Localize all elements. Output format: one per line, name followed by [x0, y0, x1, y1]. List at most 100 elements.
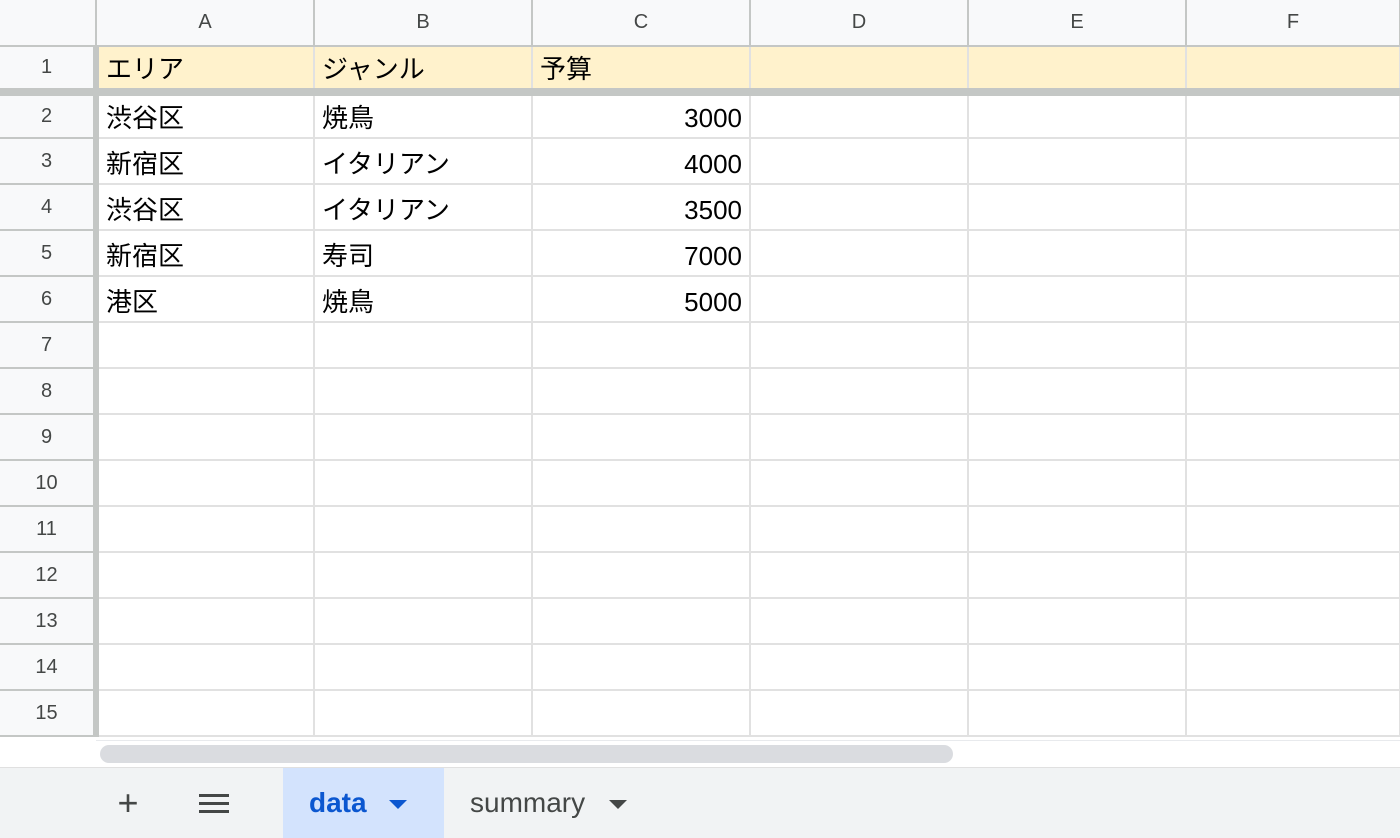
cell-f15[interactable]	[1186, 690, 1400, 737]
cell-d3[interactable]	[750, 138, 969, 185]
cell-b3[interactable]: イタリアン	[314, 138, 533, 185]
row-header[interactable]: 12	[0, 552, 99, 599]
cell-e8[interactable]	[968, 368, 1187, 415]
row-header[interactable]: 6	[0, 276, 99, 323]
row-header[interactable]: 14	[0, 644, 99, 691]
row-header[interactable]: 8	[0, 368, 99, 415]
cell-a7[interactable]	[96, 322, 315, 369]
column-header-b[interactable]: B	[314, 0, 533, 47]
cell-b10[interactable]	[314, 460, 533, 507]
cell-c9[interactable]	[532, 414, 751, 461]
cell-f12[interactable]	[1186, 552, 1400, 599]
row-header[interactable]: 10	[0, 460, 99, 507]
select-all-corner[interactable]	[0, 0, 97, 47]
cell-f13[interactable]	[1186, 598, 1400, 645]
cell-b5[interactable]: 寿司	[314, 230, 533, 277]
row-header[interactable]: 4	[0, 184, 99, 231]
cell-d6[interactable]	[750, 276, 969, 323]
cell-f14[interactable]	[1186, 644, 1400, 691]
cell-c14[interactable]	[532, 644, 751, 691]
cell-d2[interactable]	[750, 92, 969, 139]
row-header[interactable]: 11	[0, 506, 99, 553]
add-sheet-button[interactable]: +	[106, 768, 150, 838]
cell-b15[interactable]	[314, 690, 533, 737]
cell-e6[interactable]	[968, 276, 1187, 323]
cell-c12[interactable]	[532, 552, 751, 599]
cell-d5[interactable]	[750, 230, 969, 277]
cell-a12[interactable]	[96, 552, 315, 599]
cell-c10[interactable]	[532, 460, 751, 507]
cell-f4[interactable]	[1186, 184, 1400, 231]
cell-a15[interactable]	[96, 690, 315, 737]
cell-c15[interactable]	[532, 690, 751, 737]
cell-e13[interactable]	[968, 598, 1187, 645]
cell-c6[interactable]: 5000	[532, 276, 751, 323]
cell-e3[interactable]	[968, 138, 1187, 185]
cell-d13[interactable]	[750, 598, 969, 645]
cell-b1[interactable]: ジャンル	[314, 46, 533, 96]
cell-f11[interactable]	[1186, 506, 1400, 553]
cell-a8[interactable]	[96, 368, 315, 415]
cell-c4[interactable]: 3500	[532, 184, 751, 231]
cell-f10[interactable]	[1186, 460, 1400, 507]
cell-e14[interactable]	[968, 644, 1187, 691]
row-header[interactable]: 2	[0, 92, 99, 139]
cell-b11[interactable]	[314, 506, 533, 553]
cell-a1[interactable]: エリア	[96, 46, 315, 96]
cell-f8[interactable]	[1186, 368, 1400, 415]
cell-e1[interactable]	[968, 46, 1187, 96]
cell-b2[interactable]: 焼鳥	[314, 92, 533, 139]
cell-e10[interactable]	[968, 460, 1187, 507]
cell-a10[interactable]	[96, 460, 315, 507]
column-header-a[interactable]: A	[96, 0, 315, 47]
scrollbar-thumb[interactable]	[100, 745, 953, 763]
cell-a5[interactable]: 新宿区	[96, 230, 315, 277]
all-sheets-button[interactable]	[192, 768, 236, 838]
cell-e15[interactable]	[968, 690, 1187, 737]
row-header[interactable]: 13	[0, 598, 99, 645]
row-header[interactable]: 5	[0, 230, 99, 277]
row-header[interactable]: 3	[0, 138, 99, 185]
cell-d8[interactable]	[750, 368, 969, 415]
cell-c13[interactable]	[532, 598, 751, 645]
cell-a2[interactable]: 渋谷区	[96, 92, 315, 139]
cell-b12[interactable]	[314, 552, 533, 599]
cell-a13[interactable]	[96, 598, 315, 645]
cell-c1[interactable]: 予算	[532, 46, 751, 96]
cell-e9[interactable]	[968, 414, 1187, 461]
cell-d12[interactable]	[750, 552, 969, 599]
cell-c11[interactable]	[532, 506, 751, 553]
row-header[interactable]: 7	[0, 322, 99, 369]
cell-e12[interactable]	[968, 552, 1187, 599]
cell-c5[interactable]: 7000	[532, 230, 751, 277]
cell-f9[interactable]	[1186, 414, 1400, 461]
row-header[interactable]: 9	[0, 414, 99, 461]
cell-c7[interactable]	[532, 322, 751, 369]
column-header-c[interactable]: C	[532, 0, 751, 47]
row-header[interactable]: 1	[0, 46, 99, 96]
cell-d10[interactable]	[750, 460, 969, 507]
cell-b8[interactable]	[314, 368, 533, 415]
cell-a3[interactable]: 新宿区	[96, 138, 315, 185]
column-header-d[interactable]: D	[750, 0, 969, 47]
cell-c2[interactable]: 3000	[532, 92, 751, 139]
cell-b13[interactable]	[314, 598, 533, 645]
dropdown-caret-icon[interactable]	[388, 799, 407, 809]
cell-b4[interactable]: イタリアン	[314, 184, 533, 231]
cell-f5[interactable]	[1186, 230, 1400, 277]
row-header[interactable]: 15	[0, 690, 99, 737]
cell-a14[interactable]	[96, 644, 315, 691]
cell-e2[interactable]	[968, 92, 1187, 139]
cell-d15[interactable]	[750, 690, 969, 737]
cell-e11[interactable]	[968, 506, 1187, 553]
column-header-e[interactable]: E	[968, 0, 1187, 47]
cell-c8[interactable]	[532, 368, 751, 415]
cell-f1[interactable]	[1186, 46, 1400, 96]
cell-b6[interactable]: 焼鳥	[314, 276, 533, 323]
cell-a9[interactable]	[96, 414, 315, 461]
cell-f6[interactable]	[1186, 276, 1400, 323]
cell-f2[interactable]	[1186, 92, 1400, 139]
cell-d9[interactable]	[750, 414, 969, 461]
cell-d11[interactable]	[750, 506, 969, 553]
dropdown-caret-icon[interactable]	[609, 799, 628, 809]
